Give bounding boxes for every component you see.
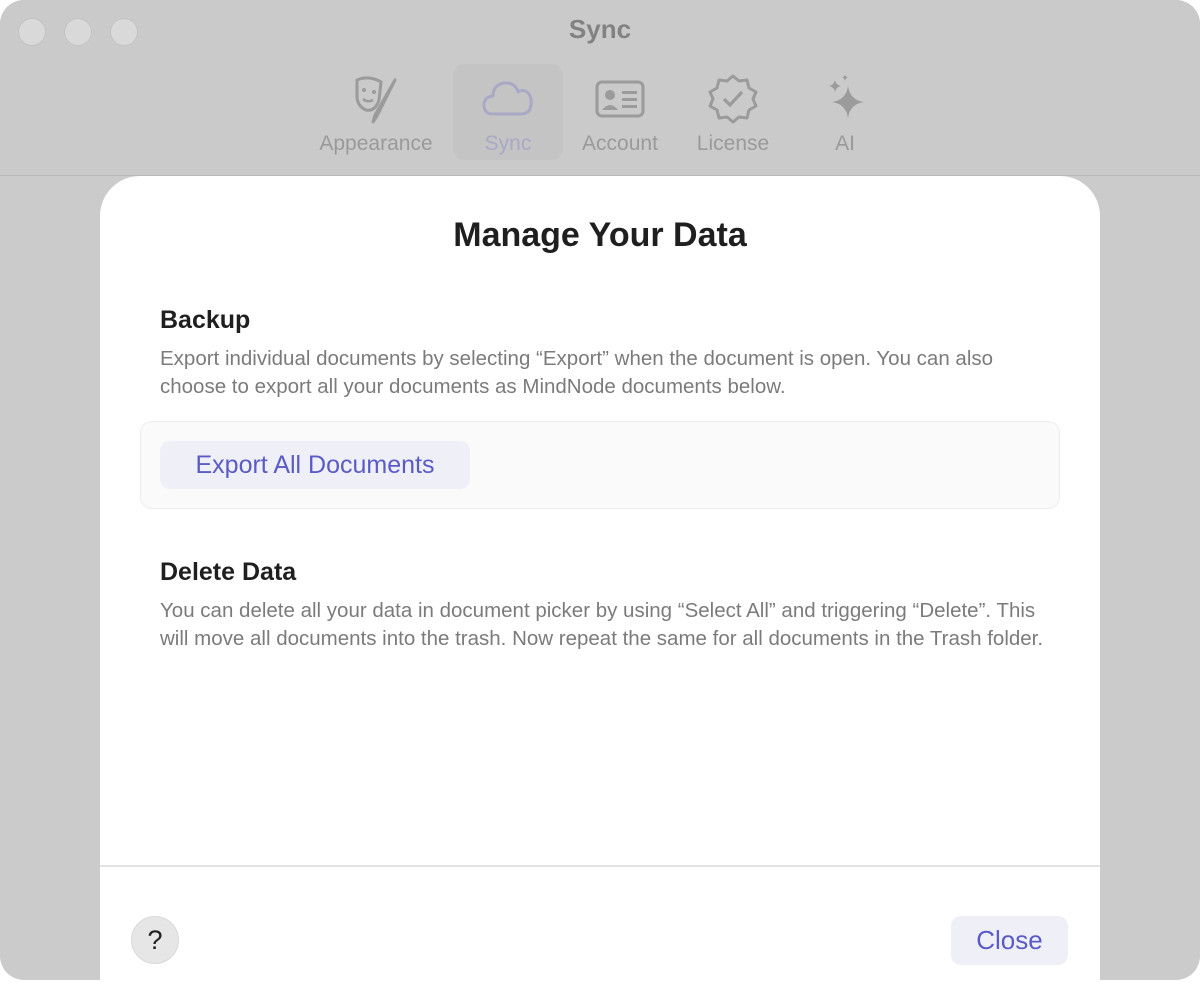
tab-sync[interactable]: Sync xyxy=(453,64,563,160)
tab-ai[interactable]: AI xyxy=(790,64,900,160)
tab-label: Sync xyxy=(484,132,532,155)
footer-divider xyxy=(100,865,1100,867)
tab-appearance[interactable]: Appearance xyxy=(319,64,433,160)
close-button[interactable]: Close xyxy=(951,916,1068,965)
help-button[interactable]: ? xyxy=(131,916,179,964)
manage-data-sheet: Manage Your Data Backup Export individua… xyxy=(100,176,1100,996)
toolbar: Sync Appearance Sync Account License AI xyxy=(0,0,1200,176)
sparkles-icon xyxy=(829,74,864,118)
tab-label: License xyxy=(696,132,770,155)
tab-label: Appearance xyxy=(319,132,433,155)
tab-label: Account xyxy=(582,132,658,155)
backup-description: Export individual documents by selecting… xyxy=(160,347,994,398)
export-panel: Export All Documents xyxy=(140,421,1060,509)
theater-masks-icon xyxy=(355,76,397,124)
delete-data-description: You can delete all your data in document… xyxy=(160,599,1044,650)
tab-account[interactable]: Account xyxy=(565,64,675,160)
verified-badge-icon xyxy=(708,74,758,124)
export-all-documents-button[interactable]: Export All Documents xyxy=(160,441,470,489)
contact-card-icon xyxy=(595,80,645,118)
window-title: Sync xyxy=(568,14,632,44)
cloud-icon xyxy=(482,81,533,116)
tab-license[interactable]: License xyxy=(678,64,788,160)
delete-data-heading: Delete Data xyxy=(160,558,297,586)
tab-label: AI xyxy=(835,132,855,155)
backup-heading: Backup xyxy=(160,306,251,334)
sheet-title: Manage Your Data xyxy=(453,216,747,254)
preferences-tabs: Appearance Sync Account License AI xyxy=(0,64,1200,164)
